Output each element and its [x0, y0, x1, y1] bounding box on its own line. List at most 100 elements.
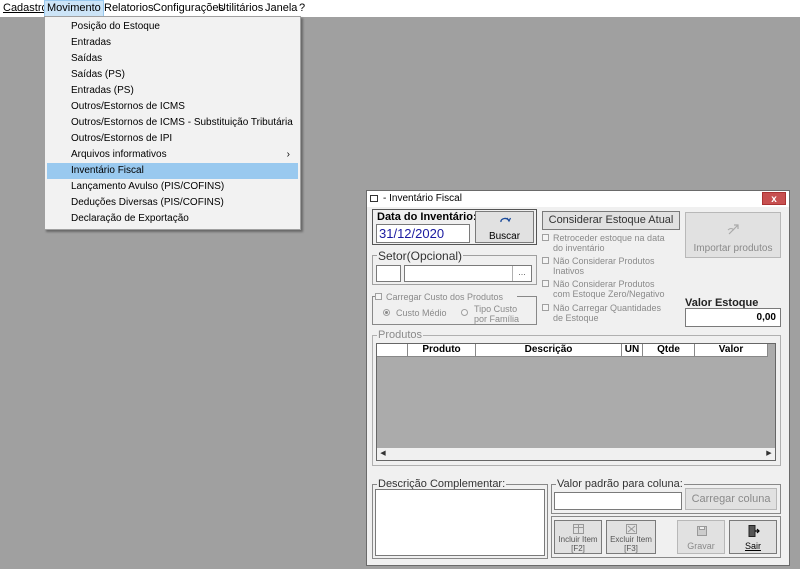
delete-row-icon [626, 524, 637, 534]
submenu-arrow-icon: › [286, 149, 290, 160]
excluir-item-label: Excluir Item [F3] [610, 535, 652, 553]
sair-button[interactable]: Sair [729, 520, 777, 554]
setor-name-input[interactable]: ... [404, 265, 532, 282]
menu-relatorios-label: Relatorios [104, 2, 154, 14]
incluir-item-label: Incluir Item [F2] [558, 535, 598, 553]
radio-dot [383, 309, 390, 316]
movimento-dropdown: Posição do Estoque Entradas Saídas Saída… [44, 16, 301, 230]
checkbox-box [542, 280, 549, 287]
considerar-estoque-button[interactable]: Considerar Estoque Atual [542, 211, 680, 230]
menu-item-declaracao-exportacao[interactable]: Declaração de Exportação [47, 211, 298, 227]
tipo-custo-familia-label: Tipo Custo por Família [474, 304, 520, 324]
nao-carregar-quantidades-label: Não Carregar Quantidades de Estoque [553, 303, 662, 323]
menu-item-lancamento-avulso[interactable]: Lançamento Avulso (PIS/COFINS) [47, 179, 298, 195]
custo-medio-label: Custo Médio [396, 308, 447, 318]
scroll-right-icon[interactable]: ▶ [763, 448, 775, 460]
gravar-button[interactable]: Gravar [677, 520, 725, 554]
gravar-label: Gravar [687, 541, 715, 551]
menu-item-label: Saídas [71, 53, 103, 64]
menu-relatorios[interactable]: Relatorios [102, 0, 156, 17]
menu-item-saidas[interactable]: Saídas [47, 51, 298, 67]
window-app-icon [370, 195, 378, 202]
grid-header-un[interactable]: UN [622, 344, 643, 357]
menu-item-deducoes-diversas[interactable]: Deduções Diversas (PIS/COFINS) [47, 195, 298, 211]
menu-item-estornos-ipi[interactable]: Outros/Estornos de IPI [47, 131, 298, 147]
scroll-left-icon[interactable]: ◀ [377, 448, 389, 460]
radio-dot [461, 309, 468, 316]
carregar-custo-group: Carregar Custo dos Produtos Custo Médio … [372, 292, 537, 325]
menu-item-label: Declaração de Exportação [71, 213, 189, 224]
data-inventario-label: Data do Inventário: [377, 211, 477, 223]
setor-code-input[interactable] [376, 265, 401, 282]
menu-item-label: Entradas (PS) [71, 85, 134, 96]
menu-item-entradas[interactable]: Entradas [47, 35, 298, 51]
menu-item-inventario-fiscal[interactable]: Inventário Fiscal [47, 163, 298, 179]
grid-header-qtde[interactable]: Qtde [643, 344, 695, 357]
exit-door-icon [748, 525, 760, 537]
menu-item-label: Outros/Estornos de ICMS - Substituição T… [71, 117, 293, 128]
carregar-coluna-button[interactable]: Carregar coluna [685, 488, 777, 510]
setor-label: Setor(Opcional) [377, 249, 464, 263]
buscar-button[interactable]: Buscar [475, 211, 534, 243]
grid-header-valor[interactable]: Valor [695, 344, 768, 357]
add-row-icon [573, 524, 584, 534]
data-inventario-input[interactable]: 31/12/2020 [376, 224, 470, 243]
save-icon [697, 526, 707, 536]
menu-item-estornos-icms-st[interactable]: Outros/Estornos de ICMS - Substituição T… [47, 115, 298, 131]
checkbox-box [375, 293, 382, 300]
menu-movimento-label: Movimento [47, 2, 101, 14]
menu-help-label: ? [299, 2, 306, 14]
grid-header-produto[interactable]: Produto [408, 344, 476, 357]
carregar-custo-checkbox[interactable]: Carregar Custo dos Produtos [375, 292, 517, 303]
valor-estoque-value: 0,00 [756, 312, 776, 323]
menu-item-label: Saídas (PS) [71, 69, 125, 80]
descricao-complementar-input[interactable] [375, 489, 545, 556]
menu-janela-label: Janela [265, 2, 298, 14]
considerar-estoque-label: Considerar Estoque Atual [548, 214, 674, 226]
excluir-item-button[interactable]: Excluir Item [F3] [606, 520, 656, 554]
menu-bar: Cadastros Movimento Relatorios Configura… [0, 0, 800, 17]
menu-item-arquivos-informativos[interactable]: Arquivos informativos › [47, 147, 298, 163]
menu-movimento[interactable]: Movimento [44, 0, 104, 17]
close-button[interactable]: x [762, 192, 786, 205]
produtos-label: Produtos [377, 329, 424, 341]
setor-search-button[interactable]: ... [512, 266, 531, 281]
grid-header-descricao[interactable]: Descrição [476, 344, 622, 357]
menu-item-label: Entradas [71, 37, 112, 48]
menu-item-label: Lançamento Avulso (PIS/COFINS) [71, 181, 225, 192]
menu-item-label: Outros/Estornos de IPI [71, 133, 173, 144]
incluir-item-button[interactable]: Incluir Item [F2] [554, 520, 602, 554]
menu-item-estornos-icms[interactable]: Outros/Estornos de ICMS [47, 99, 298, 115]
menu-configuracoes[interactable]: Configurações [151, 0, 226, 17]
valor-padrao-input[interactable] [554, 492, 682, 510]
carregar-custo-label: Carregar Custo dos Produtos [386, 292, 504, 302]
close-icon: x [771, 194, 777, 205]
valor-padrao-label: Valor padrão para coluna: [556, 478, 684, 490]
grid-horizontal-scrollbar[interactable]: ◀ ▶ [377, 448, 775, 460]
menu-item-posicao-estoque[interactable]: Posição do Estoque [47, 19, 298, 35]
menu-help[interactable]: ? [297, 0, 307, 17]
buscar-label: Buscar [488, 231, 521, 242]
importar-produtos-button[interactable]: Importar produtos [685, 212, 781, 258]
checkbox-box [542, 234, 549, 241]
menu-item-saidas-ps[interactable]: Saídas (PS) [47, 67, 298, 83]
valor-estoque-field: 0,00 [685, 308, 781, 327]
menu-item-entradas-ps[interactable]: Entradas (PS) [47, 83, 298, 99]
checkbox-box [542, 257, 549, 264]
grid-header-indicator [377, 344, 408, 357]
carregar-coluna-label: Carregar coluna [691, 493, 771, 505]
menu-configuracoes-label: Configurações [153, 2, 224, 14]
menu-item-label: Posição do Estoque [71, 21, 160, 32]
retroceder-label: Retroceder estoque na data do inventário [553, 233, 665, 253]
importar-produtos-label: Importar produtos [693, 243, 773, 254]
window-title: - Inventário Fiscal [383, 193, 462, 204]
menu-janela[interactable]: Janela [263, 0, 299, 17]
menu-utilitarios[interactable]: Utilitários [216, 0, 265, 17]
data-inventario-value: 31/12/2020 [379, 226, 445, 241]
produtos-grid[interactable]: Produto Descrição UN Qtde Valor ◀ ▶ [376, 343, 776, 461]
sair-label: Sair [744, 541, 761, 551]
menu-utilitarios-label: Utilitários [218, 2, 264, 14]
menu-item-label: Arquivos informativos [71, 149, 167, 160]
nao-considerar-zero-label: Não Considerar Produtos com Estoque Zero/… [553, 279, 665, 299]
window-titlebar[interactable]: - Inventário Fiscal x [367, 191, 789, 207]
